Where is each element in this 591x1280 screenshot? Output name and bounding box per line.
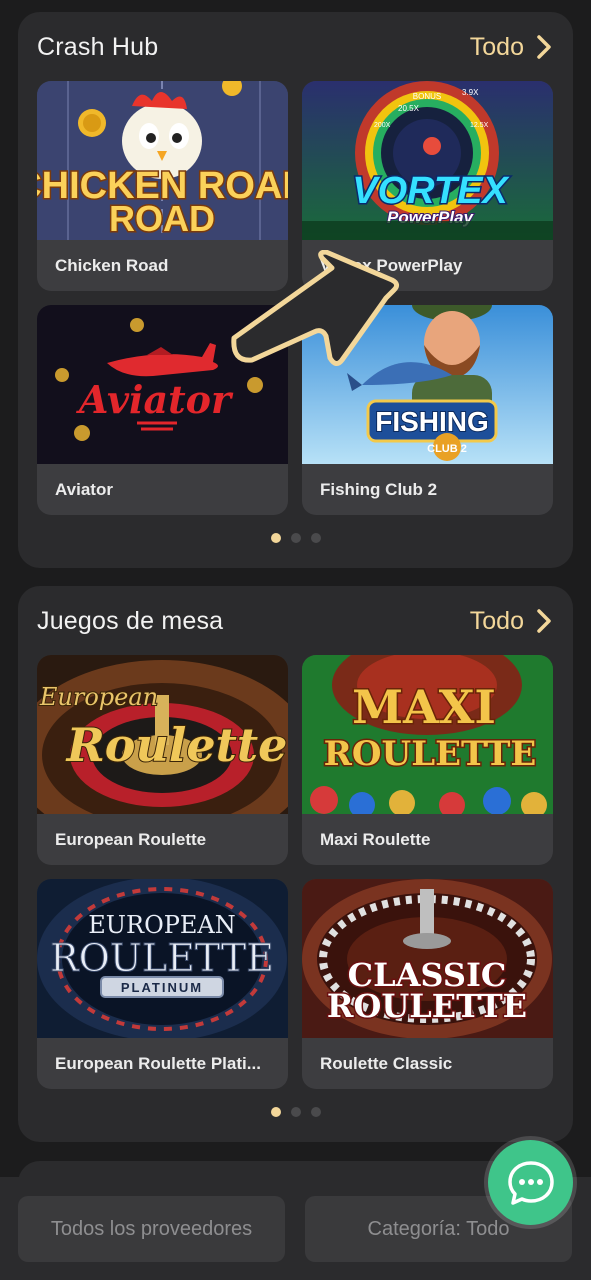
fishing-club-2-thumbnail: FISHING CLUB 2: [302, 305, 553, 464]
svg-text:ROULETTE: ROULETTE: [50, 936, 274, 980]
table-games-section: Juegos de mesa Todo European Roulette Eu…: [18, 586, 573, 1142]
game-name: Aviator: [55, 479, 113, 499]
view-all-link[interactable]: Todo: [470, 607, 554, 636]
section-title: Juegos de mesa: [37, 606, 224, 635]
carousel-pagination: [18, 1107, 573, 1117]
providers-filter-button[interactable]: Todos los proveedores: [18, 1196, 285, 1262]
game-thumbnail: FISHING CLUB 2: [302, 305, 553, 464]
thumb-title: Aviator: [76, 377, 234, 422]
chat-bubble-icon: [507, 1160, 554, 1205]
game-thumbnail: EUROPEAN ROULETTE PLATINUM: [37, 879, 288, 1038]
pagination-dot[interactable]: [310, 1107, 321, 1117]
aviator-thumbnail: Aviator: [37, 305, 288, 464]
section-header: Crash Hub Todo: [37, 30, 554, 64]
game-thumbnail: European Roulette: [37, 655, 288, 814]
roulette-classic-thumbnail: CLASSIC ROULETTE: [302, 879, 553, 1038]
maxi-roulette-thumbnail: MAXI ROULETTE: [302, 655, 553, 814]
game-thumbnail: MAXI ROULETTE: [302, 655, 553, 814]
game-thumbnail: Aviator: [37, 305, 288, 464]
svg-text:CLUB 2: CLUB 2: [427, 443, 467, 455]
view-all-link[interactable]: Todo: [470, 33, 554, 62]
thumb-title: European: [39, 683, 158, 711]
svg-text:ROAD: ROAD: [109, 198, 215, 239]
game-card-fishing-club-2[interactable]: FISHING CLUB 2 Fishing Club 2: [302, 305, 553, 515]
thumb-title: FISHING: [375, 406, 489, 437]
pagination-dot[interactable]: [290, 533, 301, 543]
game-card-european-roulette[interactable]: European Roulette European Roulette: [37, 655, 288, 865]
svg-text:PLATINUM: PLATINUM: [121, 980, 203, 995]
chevron-right-icon: [537, 609, 551, 633]
svg-text:Roulette: Roulette: [65, 718, 288, 772]
game-card-european-roulette-platinum[interactable]: EUROPEAN ROULETTE PLATINUM European Roul…: [37, 879, 288, 1089]
game-card-chicken-road[interactable]: CHICKEN ROAD ROAD Chicken Road: [37, 81, 288, 291]
view-all-label: Todo: [469, 606, 524, 635]
svg-text:ROULETTE: ROULETTE: [324, 734, 537, 774]
game-name: European Roulette: [55, 829, 207, 849]
view-all-label: Todo: [469, 32, 524, 61]
game-name: Maxi Roulette: [320, 829, 431, 849]
pagination-dot[interactable]: [290, 1107, 301, 1117]
section-title: Crash Hub: [37, 32, 159, 61]
game-thumbnail: CHICKEN ROAD ROAD: [37, 81, 288, 240]
european-roulette-thumbnail: European Roulette: [37, 655, 288, 814]
svg-text:200X: 200X: [374, 122, 391, 129]
european-roulette-platinum-thumbnail: EUROPEAN ROULETTE PLATINUM: [37, 879, 288, 1038]
game-name: Chicken Road: [55, 255, 169, 275]
game-name: Fishing Club 2: [320, 479, 438, 499]
wheel-label: BONUS: [413, 92, 441, 101]
chat-button[interactable]: [488, 1140, 573, 1225]
game-thumbnail: BONUS 3.9X 200X 20.5X 12.5X VORTEX Power…: [302, 81, 553, 240]
svg-text:20.5X: 20.5X: [398, 104, 420, 113]
game-name: Roulette Classic: [320, 1053, 453, 1073]
pagination-dot[interactable]: [270, 533, 281, 543]
section-header: Juegos de mesa Todo: [37, 604, 554, 638]
pagination-dot[interactable]: [270, 1107, 281, 1117]
game-card-maxi-roulette[interactable]: MAXI ROULETTE Maxi Roulette: [302, 655, 553, 865]
game-thumbnail: CLASSIC ROULETTE: [302, 879, 553, 1038]
chicken-road-thumbnail: CHICKEN ROAD ROAD: [37, 81, 288, 240]
game-name: European Roulette Plati...: [55, 1053, 261, 1073]
game-card-aviator[interactable]: Aviator Aviator: [37, 305, 288, 515]
vortex-powerplay-thumbnail: BONUS 3.9X 200X 20.5X 12.5X VORTEX Power…: [302, 81, 553, 240]
game-card-roulette-classic[interactable]: CLASSIC ROULETTE Roulette Classic: [302, 879, 553, 1089]
game-card-vortex-powerplay[interactable]: BONUS 3.9X 200X 20.5X 12.5X VORTEX Power…: [302, 81, 553, 291]
thumb-title: VORTEX: [352, 170, 510, 212]
game-name: Vortex PowerPlay: [320, 255, 463, 275]
thumb-title: EUROPEAN: [88, 911, 236, 939]
pagination-dot[interactable]: [310, 533, 321, 543]
carousel-pagination: [18, 533, 573, 543]
chevron-right-icon: [537, 35, 551, 59]
crash-hub-section: Crash Hub Todo CHICKEN ROAD ROAD: [18, 12, 573, 568]
svg-text:12.5X: 12.5X: [470, 122, 489, 129]
svg-text:ROULETTE: ROULETTE: [327, 987, 527, 1025]
thumb-title: MAXI: [352, 680, 496, 734]
svg-text:3.9X: 3.9X: [462, 88, 479, 97]
